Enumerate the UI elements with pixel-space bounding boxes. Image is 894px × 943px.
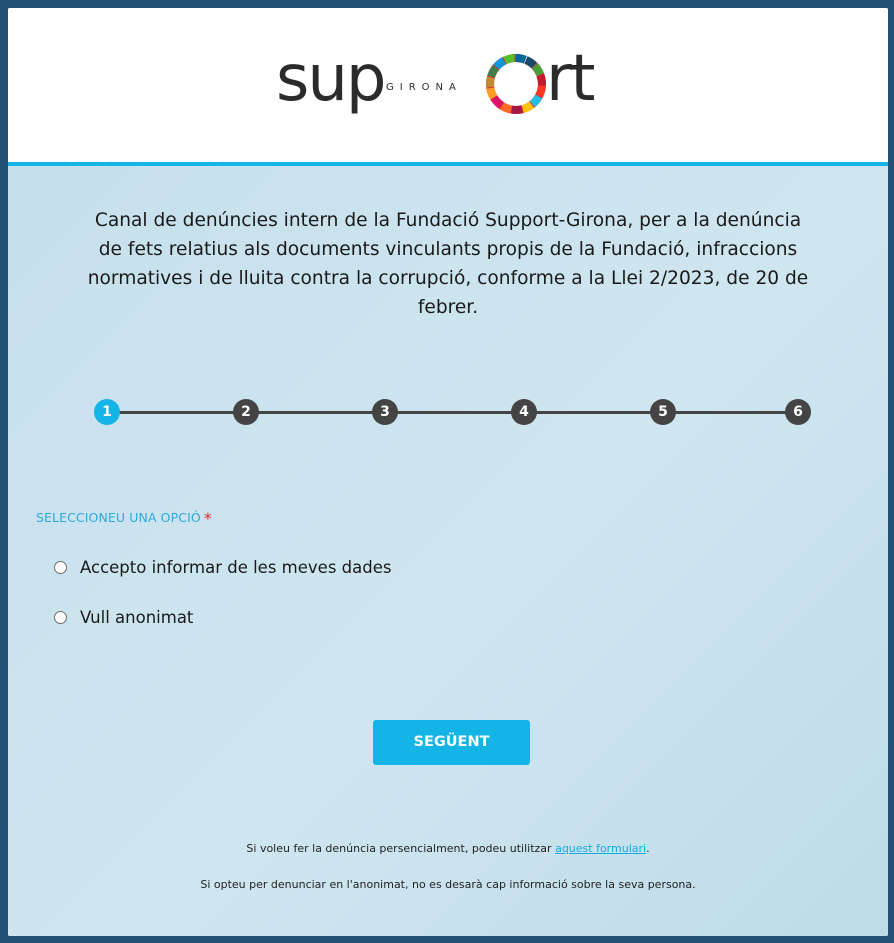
step-3: 3 — [372, 399, 398, 425]
support-girona-logo: sup rt GIRONA — [276, 42, 596, 116]
radio-button[interactable] — [54, 560, 67, 574]
footer-anonymity-note: Si opteu per denunciar en l'anonimat, no… — [200, 878, 696, 891]
intro-line: normatives i de lluita contra la corrupc… — [87, 268, 809, 289]
logo-text-left: sup — [276, 42, 385, 116]
question-text: SELECCIONEU UNA OPCIÓ — [36, 510, 201, 525]
step-5: 5 — [650, 399, 676, 425]
header: sup rt GIRONA — [8, 8, 888, 166]
stepper-track — [108, 411, 798, 414]
progress-stepper: 1 2 3 4 5 6 — [8, 398, 888, 428]
footer-note-text: Si voleu fer la denúncia persencialment,… — [246, 842, 552, 855]
option-question-label: SELECCIONEU UNA OPCIÓ * — [36, 509, 212, 528]
step-2: 2 — [233, 399, 259, 425]
required-asterisk: * — [203, 509, 212, 528]
intro-line: Canal de denúncies intern de la Fundació… — [94, 210, 802, 231]
option-label: Accepto informar de les meves dades — [80, 557, 392, 577]
logo-text-right: rt — [546, 42, 594, 116]
page-frame: sup rt GIRONA Canal de denúncies intern … — [8, 8, 888, 936]
intro-text: Canal de denúncies intern de la Fundació… — [36, 206, 860, 322]
footer-form-note: Si voleu fer la denúncia persencialment,… — [8, 842, 888, 855]
form-link[interactable]: aquest formulari — [555, 842, 646, 855]
sdg-wheel-icon — [486, 54, 546, 114]
option-label: Vull anonimat — [80, 607, 194, 627]
form-panel: Canal de denúncies intern de la Fundació… — [8, 166, 888, 936]
intro-line: febrer. — [417, 297, 479, 318]
option-anonymous[interactable]: Vull anonimat — [54, 606, 193, 628]
option-share-data[interactable]: Accepto informar de les meves dades — [54, 556, 391, 578]
step-6: 6 — [785, 399, 811, 425]
next-button[interactable]: SEGÜENT — [373, 720, 530, 765]
radio-button[interactable] — [54, 610, 67, 624]
intro-line: de fets relatius als documents vinculant… — [98, 239, 798, 260]
step-1: 1 — [94, 399, 120, 425]
logo-sub-text: GIRONA — [386, 82, 462, 93]
footer-note-end: . — [646, 842, 650, 855]
step-4: 4 — [511, 399, 537, 425]
